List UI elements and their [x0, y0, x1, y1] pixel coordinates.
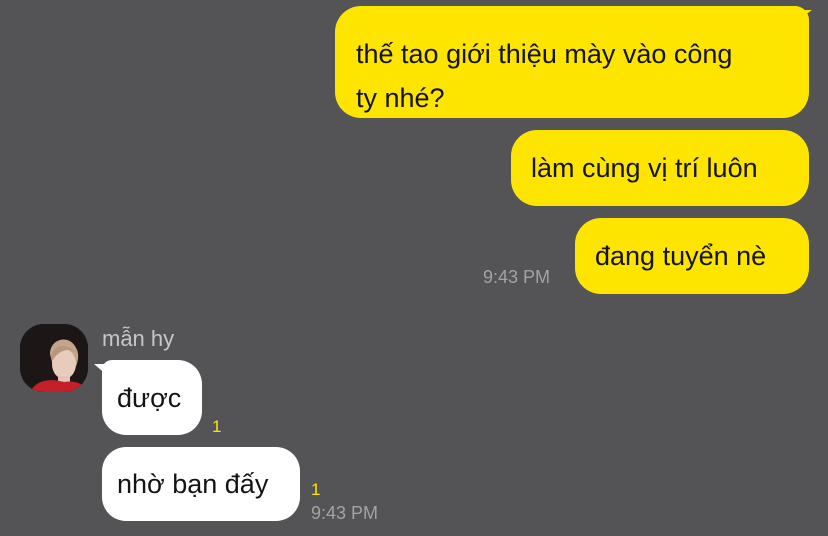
outgoing-message-bubble[interactable]: làm cùng vị trí luôn [511, 130, 809, 206]
avatar-photo-icon [20, 324, 88, 392]
message-text: được [117, 383, 182, 413]
message-text: làm cùng vị trí luôn [531, 153, 758, 183]
bubble-tail [796, 10, 812, 22]
message-text-line: ty nhé? [356, 83, 445, 113]
outgoing-message-bubble[interactable]: đang tuyển nè [575, 218, 809, 294]
outgoing-message-bubble[interactable]: thế tao giới thiệu mày vào công ty nhé? [335, 6, 809, 118]
unread-count: 1 [212, 417, 222, 436]
message-text-line: thế tao giới thiệu mày vào công [356, 39, 733, 69]
unread-count: 1 [311, 480, 321, 499]
sender-name: mẫn hy [102, 326, 175, 351]
incoming-message-bubble[interactable]: nhờ bạn đấy [102, 447, 300, 521]
avatar[interactable] [20, 324, 88, 392]
incoming-message-bubble[interactable]: được [102, 360, 202, 435]
message-text: nhờ bạn đấy [117, 469, 269, 499]
message-timestamp: 9:43 PM [311, 503, 379, 523]
message-timestamp: 9:43 PM [483, 267, 551, 287]
message-text: đang tuyển nè [595, 241, 767, 271]
